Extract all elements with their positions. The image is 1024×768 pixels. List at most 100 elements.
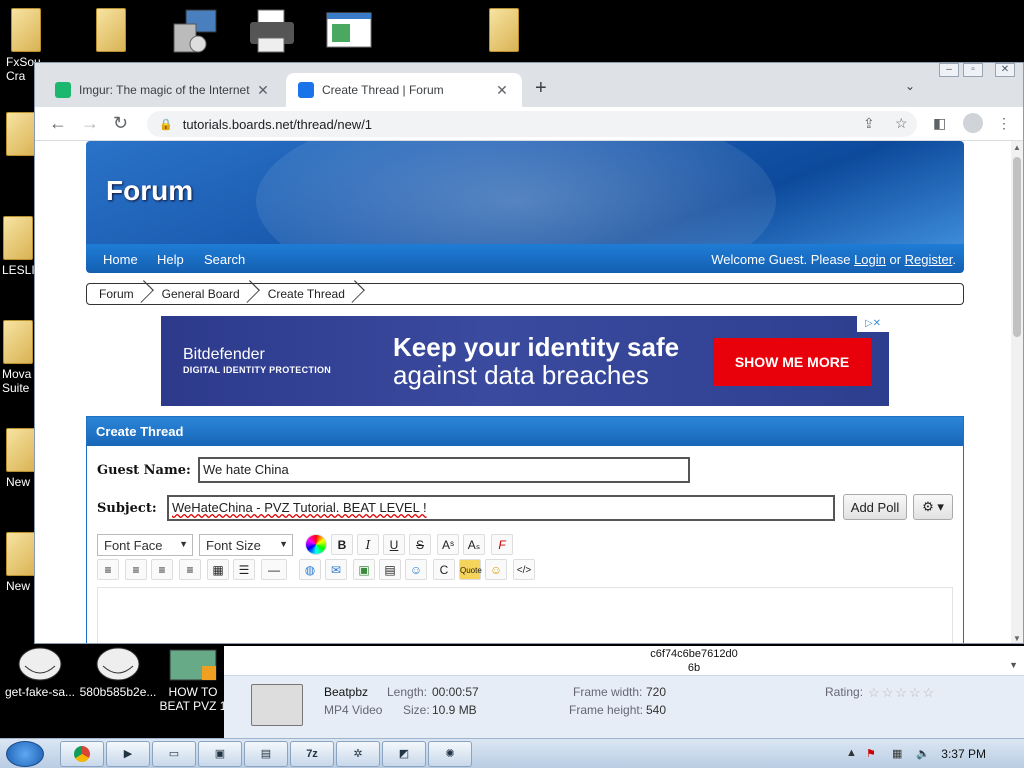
clear-format-icon[interactable]: F xyxy=(491,534,513,555)
breadcrumb-general-board[interactable]: General Board xyxy=(150,287,250,301)
desktop-folder[interactable] xyxy=(96,8,126,55)
tab-search-button[interactable]: ⌄ xyxy=(905,79,915,93)
page-scrollbar[interactable]: ▲ ▼ xyxy=(1011,141,1023,643)
chrome-icon xyxy=(74,746,90,762)
code-icon[interactable]: </> xyxy=(513,559,535,580)
align-right-icon[interactable]: ≡ xyxy=(151,559,173,580)
email-icon[interactable]: ✉ xyxy=(325,559,347,580)
tab-create-thread[interactable]: Create Thread | Forum ✕ xyxy=(286,73,522,107)
strikethrough-icon[interactable]: S xyxy=(409,534,431,555)
taskbar-chrome[interactable] xyxy=(60,741,104,767)
desktop-icon-movavi[interactable]: Mova Suite xyxy=(2,320,34,395)
forward-button[interactable]: → xyxy=(81,113,99,134)
desktop-control-panel[interactable] xyxy=(172,8,218,57)
network-icon: ✺ xyxy=(445,748,455,760)
copyright-icon[interactable]: C xyxy=(433,559,455,580)
ad-choices-icon[interactable]: ▷✕ xyxy=(857,316,889,332)
font-face-select[interactable]: Font Face ▼ xyxy=(97,534,193,556)
desktop-file-how-to-beat[interactable]: HOW TO BEAT PVZ 1 xyxy=(158,646,228,713)
address-bar[interactable]: 🔒 tutorials.boards.net/thread/new/1 xyxy=(147,111,917,137)
side-panel-icon[interactable]: ◧ xyxy=(933,115,946,132)
maximize-button[interactable]: ▫ xyxy=(963,63,983,77)
desktop-icon-new-2[interactable]: New xyxy=(6,532,36,593)
guest-name-label: Guest Name: xyxy=(97,463,191,478)
tab-close-icon[interactable]: ✕ xyxy=(494,82,510,99)
menu-kebab-icon[interactable]: ⋮ xyxy=(997,115,1011,132)
desktop-file-580b[interactable]: 580b585b2e... xyxy=(78,646,158,699)
subject-input[interactable]: WeHateChina - PVZ Tutorial. BEAT LEVEL ! xyxy=(167,495,835,521)
horizontal-rule-icon[interactable]: — xyxy=(261,559,287,580)
bookmark-star-icon[interactable]: ☆ xyxy=(895,115,908,132)
forum-logo[interactable]: Forum xyxy=(106,175,193,207)
taskbar-app[interactable]: ▤ xyxy=(244,741,288,767)
share-icon[interactable]: ⇪ xyxy=(863,115,875,132)
tab-close-icon[interactable]: ✕ xyxy=(255,82,271,99)
taskbar-window[interactable]: ▣ xyxy=(198,741,242,767)
ad-cta-button[interactable]: SHOW ME MORE xyxy=(713,338,871,386)
scroll-down-icon[interactable]: ▼ xyxy=(1013,634,1021,643)
post-editor[interactable] xyxy=(97,587,953,643)
taskbar-explorer[interactable]: ▭ xyxy=(152,741,196,767)
superscript-icon[interactable]: Aˢ xyxy=(437,534,459,555)
new-tab-button[interactable]: + xyxy=(535,77,547,100)
justify-icon[interactable]: ≡ xyxy=(179,559,201,580)
table-icon[interactable]: ▦ xyxy=(207,559,229,580)
network-tray-icon[interactable]: ▦ xyxy=(892,747,902,760)
taskbar-7zip[interactable]: 7z xyxy=(290,741,334,767)
bold-icon[interactable]: B xyxy=(331,534,353,555)
desktop-icon-lesli[interactable]: LESLI xyxy=(2,216,35,277)
nav-help[interactable]: Help xyxy=(157,252,184,267)
underline-icon[interactable]: U xyxy=(383,534,405,555)
register-link[interactable]: Register xyxy=(905,252,953,267)
scroll-up-icon[interactable]: ▲ xyxy=(1013,143,1021,152)
desktop-folder-3[interactable] xyxy=(6,112,36,159)
desktop-icon-new-1[interactable]: New xyxy=(6,428,36,489)
volume-icon[interactable]: 🔈 xyxy=(916,747,930,760)
list-icon[interactable]: ☰ xyxy=(233,559,255,580)
tab-imgur[interactable]: Imgur: The magic of the Internet ✕ xyxy=(43,73,283,107)
login-link[interactable]: Login xyxy=(854,252,886,267)
taskbar-tool[interactable]: ✲ xyxy=(336,741,380,767)
video-icon[interactable]: ▤ xyxy=(379,559,401,580)
guest-name-input[interactable]: We hate China xyxy=(198,457,690,483)
desktop-folder-2[interactable] xyxy=(486,8,522,55)
rating-stars-icon[interactable]: ☆☆☆☆☆ xyxy=(868,685,936,701)
breadcrumb-forum[interactable]: Forum xyxy=(87,287,144,301)
align-center-icon[interactable]: ≡ xyxy=(125,559,147,580)
breadcrumb-create-thread[interactable]: Create Thread xyxy=(256,287,355,301)
color-picker-icon[interactable] xyxy=(305,534,327,555)
link-icon[interactable]: ◍ xyxy=(299,559,321,580)
nav-home[interactable]: Home xyxy=(103,252,138,267)
mention-user-icon[interactable]: ☺ xyxy=(405,559,427,580)
desktop-window-app[interactable] xyxy=(326,12,372,51)
settings-gear-button[interactable]: ⚙ ▾ xyxy=(913,494,953,520)
tray-expand-icon[interactable]: ▲ xyxy=(846,747,857,759)
align-left-icon[interactable]: ≡ xyxy=(97,559,119,580)
advertisement-banner[interactable]: Bitdefender DIGITAL IDENTITY PROTECTION … xyxy=(161,316,889,406)
action-center-icon[interactable]: ⚑ xyxy=(866,747,876,760)
reload-button[interactable]: ↻ xyxy=(113,113,128,134)
add-poll-button[interactable]: Add Poll xyxy=(843,494,907,520)
taskbar-media-player[interactable]: ▶ xyxy=(106,741,150,767)
italic-icon[interactable]: I xyxy=(357,534,379,555)
back-button[interactable]: ← xyxy=(49,113,67,134)
minimize-button[interactable]: – xyxy=(939,63,959,77)
desktop-printer[interactable] xyxy=(248,8,296,57)
font-size-select[interactable]: Font Size ▼ xyxy=(199,534,293,556)
quote-icon[interactable]: Quote xyxy=(459,559,482,580)
subscript-icon[interactable]: Aₛ xyxy=(463,534,485,555)
taskbar-clock[interactable]: 3:37 PM xyxy=(941,747,986,761)
image-icon[interactable]: ▣ xyxy=(353,559,375,580)
taskbar-network[interactable]: ✺ xyxy=(428,741,472,767)
nav-search[interactable]: Search xyxy=(204,252,245,267)
smiley-icon[interactable]: ☺ xyxy=(485,559,507,580)
video-file-icon xyxy=(169,649,217,681)
folder-icon xyxy=(3,216,33,260)
scrollbar-thumb[interactable] xyxy=(1013,157,1021,337)
taskbar-editor[interactable]: ◩ xyxy=(382,741,426,767)
chevron-down-icon[interactable]: ▼ xyxy=(1009,660,1018,670)
desktop-file-get-fake[interactable]: get-fake-sa... xyxy=(2,646,78,699)
profile-avatar-icon[interactable] xyxy=(963,113,983,133)
close-window-button[interactable]: ✕ xyxy=(995,63,1015,77)
start-button[interactable] xyxy=(6,741,44,767)
